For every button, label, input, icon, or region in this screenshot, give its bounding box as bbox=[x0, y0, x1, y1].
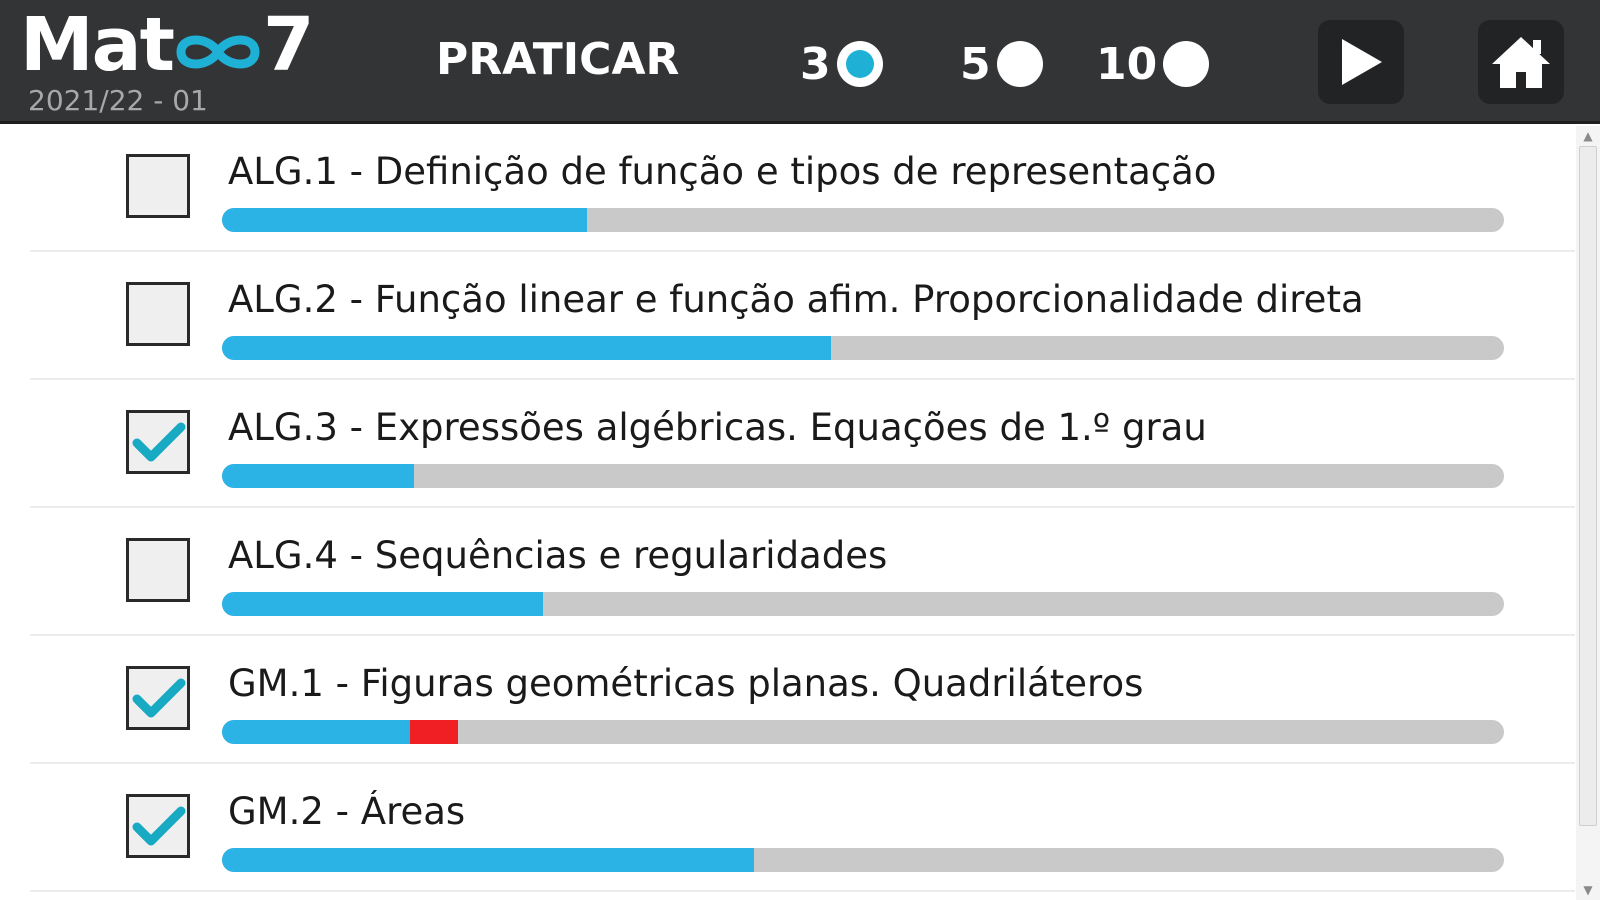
topic-label: ALG.3 - Expressões algébricas. Equações … bbox=[228, 406, 1207, 449]
topic-progress-bar bbox=[222, 848, 1504, 872]
infinity-logo-icon bbox=[173, 4, 263, 69]
top-bar: Mat 7 2021/22 - 01 PRATICAR 3 5 10 bbox=[0, 0, 1600, 124]
topic-checkbox[interactable] bbox=[126, 794, 190, 858]
home-button[interactable] bbox=[1478, 20, 1564, 104]
progress-fill bbox=[222, 336, 831, 360]
question-count-10[interactable]: 10 bbox=[1096, 34, 1210, 94]
logo-text-right: 7 bbox=[262, 2, 314, 88]
progress-fill bbox=[222, 464, 415, 488]
topic-row[interactable]: ALG.3 - Expressões algébricas. Equações … bbox=[30, 380, 1575, 508]
version-label: 2021/22 - 01 bbox=[28, 84, 208, 117]
topic-progress-bar bbox=[222, 720, 1504, 744]
topic-row[interactable]: GM.1 - Figuras geométricas planas. Quadr… bbox=[30, 636, 1575, 764]
topic-row[interactable]: ALG.2 - Função linear e função afim. Pro… bbox=[30, 252, 1575, 380]
topic-progress-bar bbox=[222, 464, 1504, 488]
question-count-label: 5 bbox=[960, 38, 991, 90]
vertical-scrollbar[interactable]: ▲ ▼ bbox=[1576, 126, 1600, 900]
topic-progress-bar bbox=[222, 336, 1504, 360]
question-count-5[interactable]: 5 bbox=[960, 34, 1043, 94]
checkmark-icon bbox=[132, 806, 186, 846]
topic-list[interactable]: ALG.1 - Definição de função e tipos de r… bbox=[0, 124, 1575, 900]
play-icon bbox=[1342, 39, 1382, 85]
topic-progress-bar bbox=[222, 208, 1504, 232]
progress-fill bbox=[222, 208, 588, 232]
topic-checkbox[interactable] bbox=[126, 666, 190, 730]
checkmark-icon bbox=[132, 678, 186, 718]
home-icon bbox=[1492, 37, 1550, 88]
radio-dot-icon bbox=[1163, 41, 1210, 87]
scroll-up-arrow-icon[interactable]: ▲ bbox=[1576, 126, 1600, 146]
radio-dot-icon bbox=[996, 41, 1043, 87]
topic-progress-bar bbox=[222, 592, 1504, 616]
radio-dot-icon bbox=[836, 41, 883, 87]
topic-label: ALG.4 - Sequências e regularidades bbox=[228, 534, 888, 577]
app-logo: Mat 7 bbox=[20, 2, 314, 88]
progress-error bbox=[410, 720, 458, 744]
topic-checkbox[interactable] bbox=[126, 154, 190, 218]
topic-checkbox[interactable] bbox=[126, 538, 190, 602]
question-count-label: 10 bbox=[1096, 38, 1158, 90]
play-button[interactable] bbox=[1318, 20, 1404, 104]
topic-label: GM.2 - Áreas bbox=[228, 790, 466, 833]
topic-row[interactable]: GM.2 - Áreas bbox=[30, 764, 1575, 892]
logo-text-left: Mat bbox=[20, 2, 175, 88]
progress-fill bbox=[222, 592, 543, 616]
topic-row[interactable]: ALG.1 - Definição de função e tipos de r… bbox=[30, 124, 1575, 252]
question-count-3[interactable]: 3 bbox=[800, 34, 883, 94]
topic-label: ALG.1 - Definição de função e tipos de r… bbox=[228, 150, 1217, 193]
topic-row[interactable]: ALG.4 - Sequências e regularidades bbox=[30, 508, 1575, 636]
topic-checkbox[interactable] bbox=[126, 410, 190, 474]
mode-title: PRATICAR bbox=[436, 34, 680, 85]
topic-label: GM.1 - Figuras geométricas planas. Quadr… bbox=[228, 662, 1144, 705]
progress-fill bbox=[222, 848, 755, 872]
question-count-label: 3 bbox=[800, 38, 831, 90]
topic-checkbox[interactable] bbox=[126, 282, 190, 346]
scroll-thumb[interactable] bbox=[1579, 146, 1597, 826]
progress-fill bbox=[222, 720, 411, 744]
checkmark-icon bbox=[132, 422, 186, 462]
scroll-down-arrow-icon[interactable]: ▼ bbox=[1576, 880, 1600, 900]
topic-label: ALG.2 - Função linear e função afim. Pro… bbox=[228, 278, 1364, 321]
